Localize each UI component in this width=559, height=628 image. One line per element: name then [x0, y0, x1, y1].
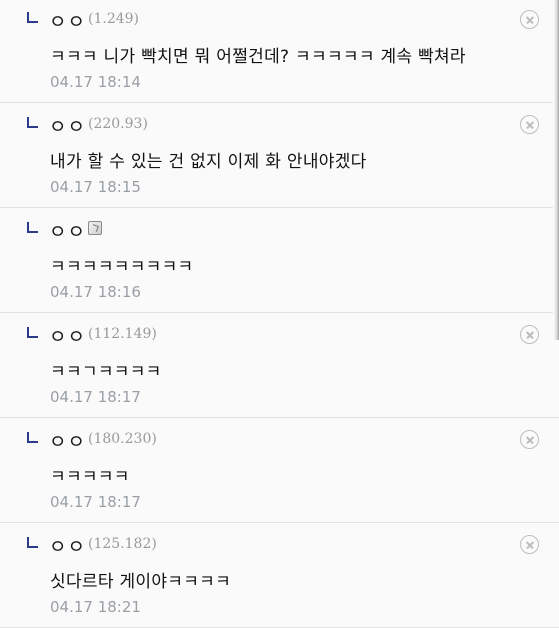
comment-time: 04.17 18:14 [50, 73, 141, 91]
reply-arrow-icon [27, 537, 38, 548]
reply-arrow-icon [27, 327, 38, 338]
comment-ip: (220.93) [88, 116, 148, 132]
comment-time: 04.17 18:17 [50, 388, 141, 406]
comment-text: ㅋㅋㄱㅋㅋㅋㅋ [50, 362, 162, 382]
comment-text: ㅋㅋㅋㅋㅋㅋㅋㅋㅋ [50, 257, 194, 277]
delete-comment-button[interactable] [520, 325, 539, 344]
scrollbar[interactable] [553, 0, 559, 340]
comment-item: ㅇㅇ (180.230) ㅋㅋㅋㅋㅋ 04.17 18:17 [0, 418, 559, 523]
comment-text: 싯다르타 게이야ㅋㅋㅋㅋ [50, 572, 232, 592]
comment-nickname[interactable]: ㅇㅇ [49, 322, 86, 349]
comment-list: ㅇㅇ (1.249) ㅋㅋㅋ 니가 빡치면 뭐 어쩔건데? ㅋㅋㅋㅋㅋ 계속 빡… [0, 0, 559, 628]
comment-ip: (125.182) [88, 536, 157, 552]
comment-item: ㅇㅇ (1.249) ㅋㅋㅋ 니가 빡치면 뭐 어쩔건데? ㅋㅋㅋㅋㅋ 계속 빡… [0, 0, 559, 103]
comment-nickname[interactable]: ㅇㅇ [49, 217, 86, 244]
comment-time: 04.17 18:21 [50, 598, 141, 616]
reply-arrow-icon [27, 222, 38, 233]
comment-text: ㅋㅋㅋ 니가 빡치면 뭐 어쩔건데? ㅋㅋㅋㅋㅋ 계속 빡쳐라 [50, 47, 466, 67]
member-badge-icon [88, 221, 102, 235]
comment-item: ㅇㅇ ㅋㅋㅋㅋㅋㅋㅋㅋㅋ 04.17 18:16 [0, 208, 559, 313]
comment-nickname[interactable]: ㅇㅇ [49, 7, 86, 34]
delete-comment-button[interactable] [520, 115, 539, 134]
comment-nickname[interactable]: ㅇㅇ [49, 427, 86, 454]
comment-item: ㅇㅇ (220.93) 내가 할 수 있는 건 없지 이제 화 안내야겠다 04… [0, 103, 559, 208]
delete-comment-button[interactable] [520, 10, 539, 29]
reply-arrow-icon [27, 12, 38, 23]
reply-arrow-icon [27, 117, 38, 128]
reply-arrow-icon [27, 432, 38, 443]
comment-item: ㅇㅇ (125.182) 싯다르타 게이야ㅋㅋㅋㅋ 04.17 18:21 [0, 523, 559, 628]
comment-item: ㅇㅇ (112.149) ㅋㅋㄱㅋㅋㅋㅋ 04.17 18:17 [0, 313, 559, 418]
comment-nickname[interactable]: ㅇㅇ [49, 532, 86, 559]
comment-time: 04.17 18:16 [50, 283, 141, 301]
delete-comment-button[interactable] [520, 535, 539, 554]
delete-comment-button[interactable] [520, 430, 539, 449]
comment-text: ㅋㅋㅋㅋㅋ [50, 467, 130, 487]
comment-time: 04.17 18:17 [50, 493, 141, 511]
comment-text: 내가 할 수 있는 건 없지 이제 화 안내야겠다 [50, 152, 367, 172]
comment-nickname[interactable]: ㅇㅇ [49, 112, 86, 139]
comment-time: 04.17 18:15 [50, 178, 141, 196]
comment-ip: (112.149) [88, 326, 157, 342]
comment-ip: (1.249) [88, 11, 140, 27]
comment-ip: (180.230) [88, 431, 157, 447]
